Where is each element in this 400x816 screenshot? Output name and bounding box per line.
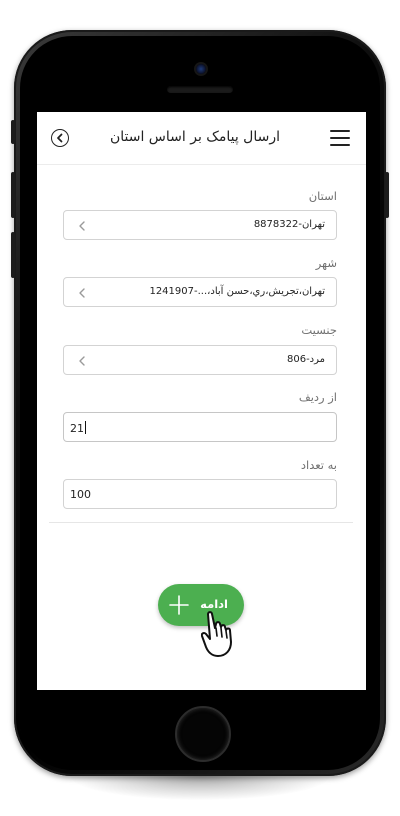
back-arrow-circle-icon[interactable]	[51, 129, 69, 147]
province-select-value: تهران-8878322	[253, 219, 325, 230]
plus-icon	[169, 595, 189, 615]
app-bar: ارسال پیامک بر اساس استان	[37, 112, 366, 165]
count-label: به تعداد	[300, 458, 337, 472]
count-input[interactable]: 100	[63, 479, 337, 509]
gender-select-value: مرد-806	[286, 354, 325, 365]
city-select-value: تهران،تجريش،ري،حسن آباد،...-1241907	[149, 286, 325, 297]
chevron-left-icon	[79, 221, 85, 231]
city-select[interactable]: تهران،تجريش،ري،حسن آباد،...-1241907	[63, 277, 337, 307]
hamburger-menu-icon[interactable]	[330, 130, 350, 146]
page-title: ارسال پیامک بر اساس استان	[109, 129, 280, 145]
phone-home-button	[175, 706, 231, 762]
chevron-left-icon	[79, 356, 85, 366]
gender-label: جنسیت	[301, 323, 337, 337]
continue-button-label: ادامه	[200, 597, 228, 611]
app-screen: ارسال پیامک بر اساس استان استان تهران-88…	[37, 112, 366, 690]
phone-side-button-volume-up	[11, 172, 15, 218]
gender-select[interactable]: مرد-806	[63, 345, 337, 375]
phone-side-button-power	[385, 172, 389, 218]
city-label: شهر	[315, 256, 337, 270]
province-label: استان	[308, 189, 337, 203]
count-input-value: 100	[70, 488, 91, 501]
from-row-input-value: 21	[70, 422, 84, 435]
pointing-hand-icon	[201, 611, 232, 657]
form-divider	[49, 522, 353, 523]
from-row-input[interactable]: 21	[63, 412, 337, 442]
province-select[interactable]: تهران-8878322	[63, 210, 337, 240]
text-cursor	[85, 421, 86, 434]
chevron-left-icon	[79, 288, 85, 298]
phone-camera	[196, 64, 206, 74]
phone-side-button-mute	[11, 120, 15, 144]
phone-side-button-volume-down	[11, 232, 15, 278]
from-row-label: از ردیف	[298, 390, 337, 404]
phone-speaker	[167, 86, 233, 93]
